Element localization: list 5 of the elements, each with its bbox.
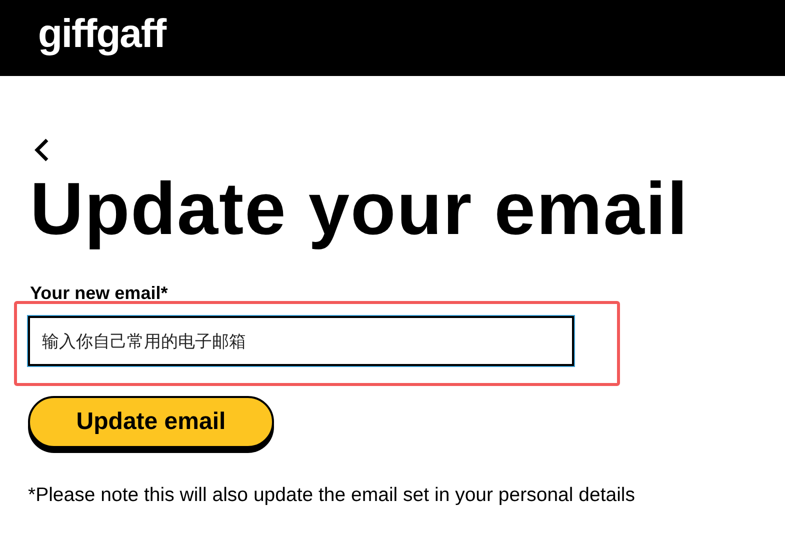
logo[interactable]: giffgaff [38,14,166,62]
back-icon[interactable] [34,138,50,162]
field-label: Your new email* [30,284,169,302]
email-input[interactable]: 输入你自己常用的电子邮箱 [28,316,574,366]
note-text: *Please note this will also update the email set in your personal details [28,486,636,506]
